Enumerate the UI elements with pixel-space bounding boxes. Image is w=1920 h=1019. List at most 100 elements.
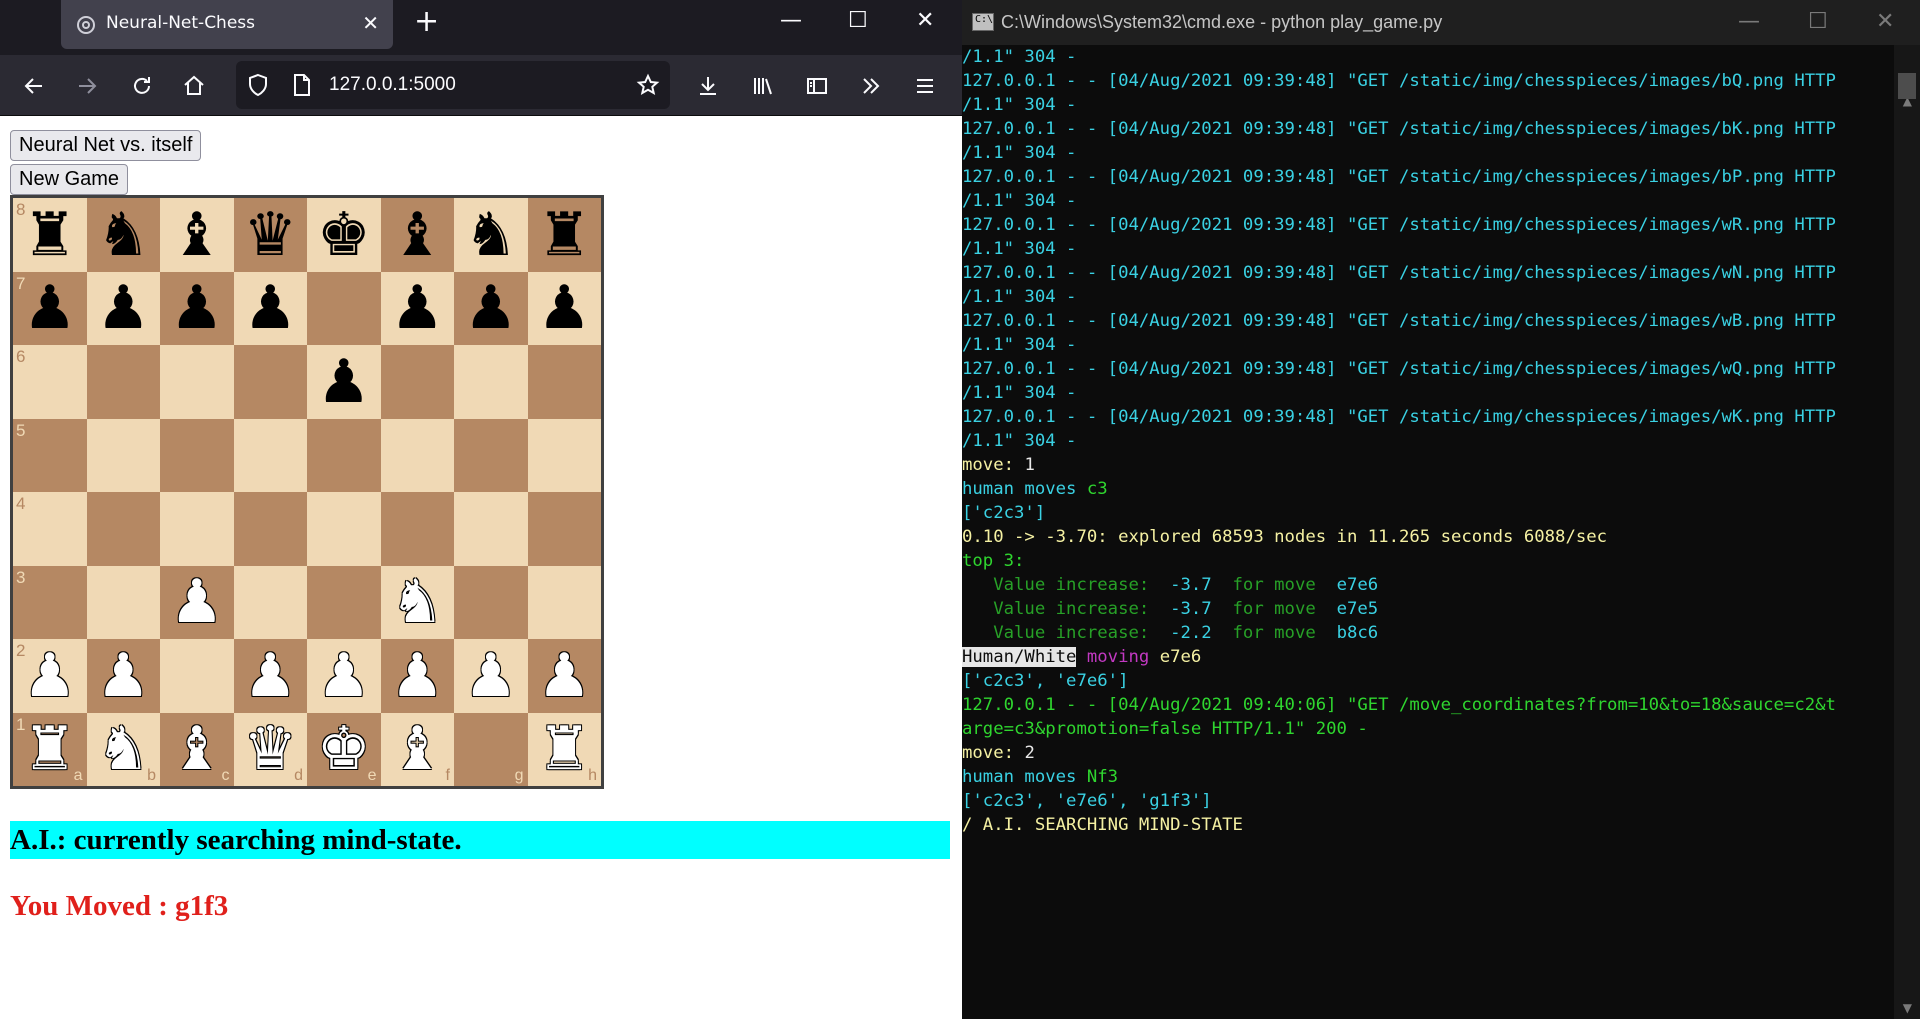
- white-pawn-icon[interactable]: ♟: [307, 639, 381, 713]
- square-c6[interactable]: [160, 345, 234, 419]
- square-e2[interactable]: ♟: [307, 639, 381, 713]
- square-e7[interactable]: [307, 271, 381, 345]
- square-g5[interactable]: [454, 418, 528, 492]
- square-d6[interactable]: [233, 345, 307, 419]
- square-h5[interactable]: [527, 418, 601, 492]
- scrollbar-thumb[interactable]: [1898, 73, 1916, 99]
- black-bishop-icon[interactable]: ♝: [160, 198, 234, 272]
- white-bishop-icon[interactable]: ♝: [381, 713, 455, 787]
- forward-icon[interactable]: [70, 69, 104, 103]
- black-rook-icon[interactable]: ♜: [13, 198, 87, 272]
- overflow-chevron-icon[interactable]: [854, 69, 888, 103]
- square-d7[interactable]: ♟: [233, 271, 308, 346]
- square-a2[interactable]: 2 ♟: [13, 639, 87, 713]
- square-h8[interactable]: ♜: [527, 198, 601, 272]
- download-icon[interactable]: [691, 69, 725, 103]
- bookmark-star-icon[interactable]: [636, 73, 660, 97]
- square-f5[interactable]: [380, 418, 454, 492]
- square-d4[interactable]: [233, 492, 307, 566]
- square-h1[interactable]: h ♜: [527, 712, 602, 787]
- reload-icon[interactable]: [125, 69, 159, 103]
- black-pawn-icon[interactable]: ♟: [307, 345, 381, 419]
- black-pawn-icon[interactable]: ♟: [528, 272, 602, 346]
- terminal-scrollbar[interactable]: ▲ ▼: [1894, 45, 1920, 1019]
- square-d2[interactable]: ♟: [233, 639, 307, 713]
- new-tab-icon[interactable]: +: [414, 7, 439, 37]
- square-a8[interactable]: 8 ♜: [13, 198, 87, 272]
- white-knight-icon[interactable]: ♞: [87, 713, 161, 787]
- square-h7[interactable]: ♟: [527, 271, 602, 346]
- terminal-close-icon[interactable]: ✕: [1876, 9, 1894, 34]
- square-d5[interactable]: [233, 418, 307, 492]
- white-pawn-icon[interactable]: ♟: [454, 639, 528, 713]
- scroll-down-icon[interactable]: ▼: [1903, 1001, 1912, 1015]
- black-knight-icon[interactable]: ♞: [87, 198, 161, 272]
- square-d3[interactable]: [233, 565, 307, 639]
- square-f4[interactable]: [380, 492, 454, 566]
- black-pawn-icon[interactable]: ♟: [381, 272, 455, 346]
- square-c5[interactable]: [160, 418, 234, 492]
- terminal-output[interactable]: /1.1" 304 - 127.0.0.1 - - [04/Aug/2021 09…: [962, 45, 1892, 1019]
- square-g4[interactable]: [454, 492, 528, 566]
- white-pawn-icon[interactable]: ♟: [528, 639, 602, 713]
- white-king-icon[interactable]: ♚: [307, 713, 381, 787]
- browser-tab[interactable]: Neural-Net-Chess ✕: [61, 0, 393, 49]
- home-icon[interactable]: [177, 69, 211, 103]
- black-knight-icon[interactable]: ♞: [454, 198, 528, 272]
- shield-icon[interactable]: [246, 73, 270, 97]
- square-c8[interactable]: ♝: [160, 198, 234, 272]
- square-f1[interactable]: f ♝: [380, 712, 455, 787]
- square-a1[interactable]: 1 a ♜: [13, 712, 87, 787]
- white-pawn-icon[interactable]: ♟: [381, 639, 455, 713]
- square-b6[interactable]: [86, 345, 160, 419]
- black-bishop-icon[interactable]: ♝: [381, 198, 455, 272]
- square-e1[interactable]: e ♚: [307, 712, 381, 787]
- square-b2[interactable]: ♟: [86, 639, 160, 713]
- square-b1[interactable]: b ♞: [86, 712, 161, 787]
- maximize-icon[interactable]: ☐: [848, 8, 868, 33]
- square-h2[interactable]: ♟: [527, 639, 602, 713]
- square-g2[interactable]: ♟: [454, 639, 528, 713]
- menu-icon[interactable]: [908, 69, 942, 103]
- sidebar-icon[interactable]: [800, 69, 834, 103]
- terminal-maximize-icon[interactable]: ☐: [1808, 9, 1828, 34]
- square-g6[interactable]: [454, 345, 528, 419]
- square-c2[interactable]: [160, 639, 234, 713]
- library-icon[interactable]: [746, 69, 780, 103]
- square-c4[interactable]: [160, 492, 234, 566]
- square-b5[interactable]: [86, 418, 160, 492]
- black-king-icon[interactable]: ♚: [307, 198, 381, 272]
- black-pawn-icon[interactable]: ♟: [234, 272, 308, 346]
- square-e3[interactable]: [307, 565, 381, 639]
- close-tab-icon[interactable]: ✕: [362, 11, 379, 35]
- white-bishop-icon[interactable]: ♝: [160, 713, 234, 787]
- square-f6[interactable]: [380, 345, 454, 419]
- square-g1[interactable]: g: [454, 712, 528, 786]
- square-b7[interactable]: ♟: [86, 271, 160, 345]
- white-rook-icon[interactable]: ♜: [13, 713, 87, 787]
- square-b4[interactable]: [86, 492, 160, 566]
- self-play-button[interactable]: Neural Net vs. itself: [10, 130, 202, 161]
- square-f2[interactable]: ♟: [380, 639, 455, 713]
- black-pawn-icon[interactable]: ♟: [160, 272, 234, 346]
- white-rook-icon[interactable]: ♜: [528, 713, 602, 787]
- square-e5[interactable]: [307, 418, 381, 492]
- white-pawn-icon[interactable]: ♟: [160, 566, 234, 640]
- square-g3[interactable]: [454, 565, 528, 639]
- square-a5[interactable]: 5: [13, 418, 87, 492]
- square-e4[interactable]: [307, 492, 381, 566]
- url-bar[interactable]: 127.0.0.1:5000: [236, 61, 670, 109]
- square-a4[interactable]: 4: [13, 492, 87, 566]
- square-h3[interactable]: [527, 565, 601, 639]
- black-pawn-icon[interactable]: ♟: [13, 272, 87, 346]
- black-pawn-icon[interactable]: ♟: [454, 272, 528, 346]
- square-c1[interactable]: c ♝: [160, 712, 234, 787]
- square-f8[interactable]: ♝: [380, 198, 455, 272]
- square-f7[interactable]: ♟: [380, 271, 455, 346]
- square-f3[interactable]: ♞: [380, 565, 454, 639]
- square-b3[interactable]: [86, 565, 160, 639]
- chessboard[interactable]: 8 ♜ ♞ ♝ ♛ ♚ ♝ ♞ ♜ 7 ♟ ♟ ♟ ♟ ♟ ♟ ♟ 6 ♟ 5 4 3 ♟ ♞ 2 ♟ ♟ ♟ ♟ ♟ ♟ ♟ 1 a ♜ b ♞ c ♝ d…: [10, 195, 604, 789]
- back-icon[interactable]: [17, 69, 51, 103]
- new-game-button[interactable]: New Game: [10, 164, 129, 195]
- white-queen-icon[interactable]: ♛: [234, 713, 308, 787]
